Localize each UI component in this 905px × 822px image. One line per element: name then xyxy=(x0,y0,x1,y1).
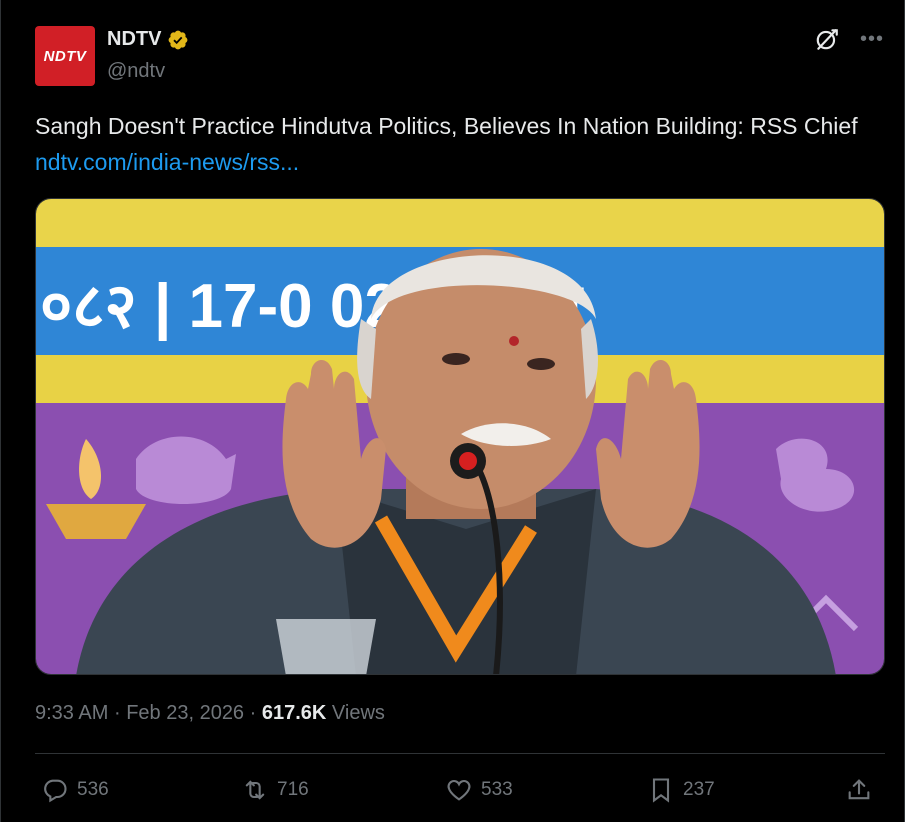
views-count: 617.6K xyxy=(261,702,327,724)
post-time[interactable]: 9:33 AM xyxy=(35,702,108,724)
repost-count: 716 xyxy=(277,779,309,800)
post-photo[interactable]: ०८२ | 17-0 026, मंगल xyxy=(35,198,885,675)
heart-icon xyxy=(447,779,471,801)
post-top-actions: ••• xyxy=(814,26,884,52)
repost-button[interactable]: 716 xyxy=(241,770,309,810)
post-text: Sangh Doesn't Practice Hindutva Politics… xyxy=(35,108,865,180)
like-count: 533 xyxy=(481,779,513,800)
share-button[interactable] xyxy=(845,770,873,810)
engagement-bar: 536 716 533 237 xyxy=(35,770,885,810)
meta-separator-2: · xyxy=(249,702,257,724)
post-meta: 9:33 AM · Feb 23, 2026 · 617.6K Views xyxy=(35,702,385,725)
photo-illustration: ०८२ | 17-0 026, मंगल xyxy=(36,199,884,674)
tweet-card: NDTV NDTV @ndtv ••• Sangh Doesn't Practi… xyxy=(0,0,905,822)
post-date[interactable]: Feb 23, 2026 xyxy=(126,702,244,724)
author-handle[interactable]: @ndtv xyxy=(107,60,165,83)
repost-icon xyxy=(245,780,265,800)
like-button[interactable]: 533 xyxy=(445,770,513,810)
avatar-logo-text: NDTV xyxy=(43,47,87,65)
reply-count: 536 xyxy=(77,779,109,800)
verified-badge-icon xyxy=(169,30,188,49)
more-options-icon[interactable]: ••• xyxy=(860,26,884,52)
views-label: Views xyxy=(331,702,385,724)
meta-separator: · xyxy=(113,702,121,724)
bookmark-count: 237 xyxy=(683,779,715,800)
share-icon xyxy=(848,779,870,800)
post-link[interactable]: ndtv.com/india-news/rss... xyxy=(35,149,299,175)
reply-button[interactable]: 536 xyxy=(41,770,109,810)
bookmark-icon xyxy=(652,778,670,803)
grok-icon[interactable] xyxy=(814,26,840,52)
author-name-row: NDTV xyxy=(107,28,189,51)
author-name[interactable]: NDTV xyxy=(107,28,161,51)
bookmark-button[interactable]: 237 xyxy=(647,770,715,810)
post-body: Sangh Doesn't Practice Hindutva Politics… xyxy=(35,113,858,139)
reply-icon xyxy=(44,779,67,803)
divider xyxy=(35,753,885,754)
avatar[interactable]: NDTV xyxy=(35,26,95,86)
